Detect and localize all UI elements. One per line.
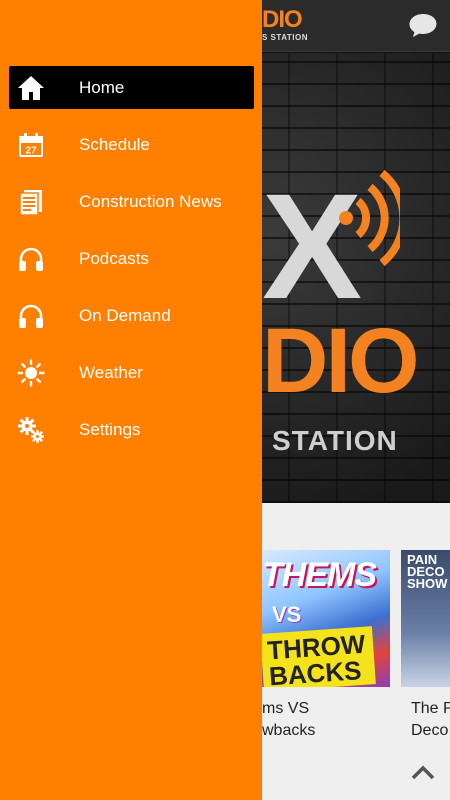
- calendar-day: 27: [25, 146, 37, 157]
- card-art-text-bottom: THROW BACKS: [262, 626, 376, 687]
- drawer-item-label: Podcasts: [79, 249, 149, 268]
- drawer-item-label: On Demand: [79, 306, 171, 325]
- drawer-menu: Home 27 Schedule Construction News Podca…: [0, 66, 262, 465]
- drawer-item-label: Home: [79, 78, 125, 97]
- card-caption: The P Deco: [411, 698, 450, 742]
- home-icon: [18, 76, 44, 100]
- drawer-item-label: Schedule: [79, 135, 150, 154]
- chat-icon[interactable]: [408, 12, 438, 38]
- drawer-item-podcasts[interactable]: Podcasts: [0, 237, 262, 294]
- drawer-item-label: Weather: [79, 363, 143, 382]
- card-caption: ms VS wbacks: [262, 698, 390, 742]
- headphones-icon: [19, 247, 43, 271]
- show-card-paint-deco-show[interactable]: PAIN DECO SHOW: [401, 550, 450, 687]
- drawer-item-home[interactable]: Home: [0, 66, 262, 123]
- drawer-item-on-demand[interactable]: On Demand: [0, 294, 262, 351]
- sun-icon: [17, 359, 45, 387]
- card-caption-line: The P: [411, 700, 450, 717]
- drawer-item-weather[interactable]: Weather: [0, 351, 262, 408]
- document-icon: [19, 190, 42, 216]
- drawer-item-settings[interactable]: Settings: [0, 408, 262, 465]
- navigation-drawer: Home 27 Schedule Construction News Podca…: [0, 0, 262, 800]
- drawer-item-label: Construction News: [79, 192, 222, 211]
- logo-tagline: S STATION: [262, 33, 308, 42]
- card-caption-line: wbacks: [262, 722, 316, 739]
- show-card-anthems-vs-throwbacks[interactable]: THEMS VS THROW BACKS: [262, 550, 390, 687]
- drawer-item-label: Settings: [79, 420, 141, 439]
- drawer-item-schedule[interactable]: 27 Schedule: [0, 123, 262, 180]
- card-caption-line: Deco: [411, 722, 449, 739]
- station-logo: DIO S STATION: [262, 8, 308, 43]
- chevron-up-icon[interactable]: [410, 763, 436, 781]
- hero-logo-station: STATION: [272, 425, 398, 456]
- hero-logo-dio: DIO: [262, 310, 420, 412]
- broadcast-waves-icon: [339, 169, 400, 267]
- card-art-text-vs: VS: [272, 602, 302, 627]
- calendar-icon: 27: [19, 133, 43, 157]
- card-art-text-top: THEMS: [262, 556, 377, 594]
- active-item-highlight: [9, 66, 254, 109]
- gears-icon: [18, 417, 44, 443]
- drawer-item-construction-news[interactable]: Construction News: [0, 180, 262, 237]
- card-art-text: PAIN DECO SHOW: [407, 552, 448, 591]
- headphones-icon: [19, 304, 43, 328]
- logo-text: DIO: [262, 6, 303, 33]
- card-caption-line: ms VS: [262, 700, 310, 717]
